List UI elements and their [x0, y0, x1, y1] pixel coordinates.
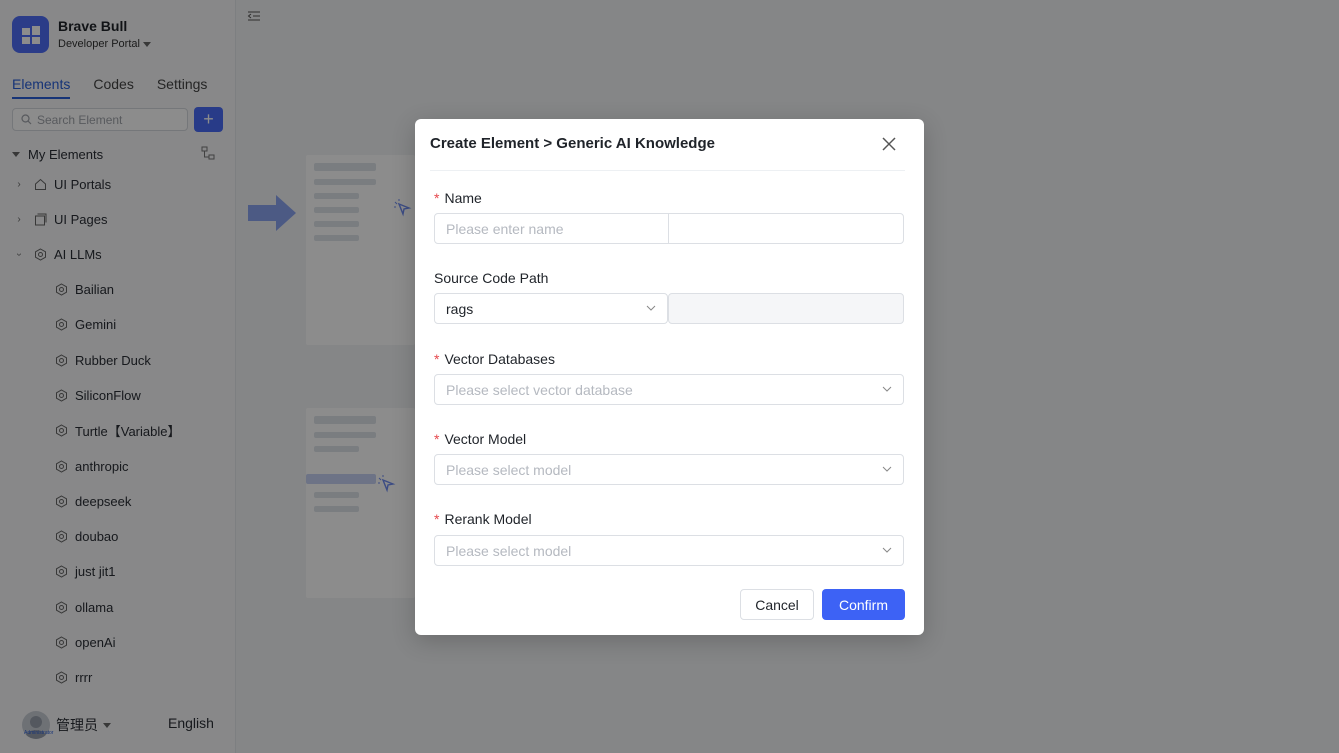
chevron-down-icon	[882, 466, 892, 472]
rerank-model-select[interactable]: Please select model	[434, 535, 904, 566]
close-icon[interactable]	[881, 136, 897, 152]
divider	[430, 170, 905, 171]
required-marker: *	[434, 431, 440, 447]
required-marker: *	[434, 351, 440, 367]
vector-model-label: * Vector Model	[434, 431, 527, 447]
rerank-model-label: * Rerank Model	[434, 511, 532, 527]
confirm-button[interactable]: Confirm	[822, 589, 905, 620]
chevron-down-icon	[882, 547, 892, 553]
vector-model-select[interactable]: Please select model	[434, 454, 904, 485]
vector-db-select[interactable]: Please select vector database	[434, 374, 904, 405]
required-marker: *	[434, 190, 440, 206]
name-suffix-field[interactable]	[668, 213, 904, 244]
name-label: * Name	[434, 190, 482, 206]
required-marker: *	[434, 511, 440, 527]
source-path-input[interactable]	[668, 293, 904, 324]
chevron-down-icon	[646, 305, 656, 311]
chevron-down-icon	[882, 386, 892, 392]
create-element-dialog: Create Element > Generic AI Knowledge * N…	[415, 119, 924, 635]
source-path-label: Source Code Path	[434, 270, 549, 286]
dialog-title: Create Element > Generic AI Knowledge	[430, 135, 715, 152]
cancel-button[interactable]: Cancel	[740, 589, 814, 620]
vector-db-label: * Vector Databases	[434, 351, 555, 367]
name-field[interactable]: Please enter name	[434, 213, 669, 244]
source-path-select[interactable]: rags	[434, 293, 668, 324]
